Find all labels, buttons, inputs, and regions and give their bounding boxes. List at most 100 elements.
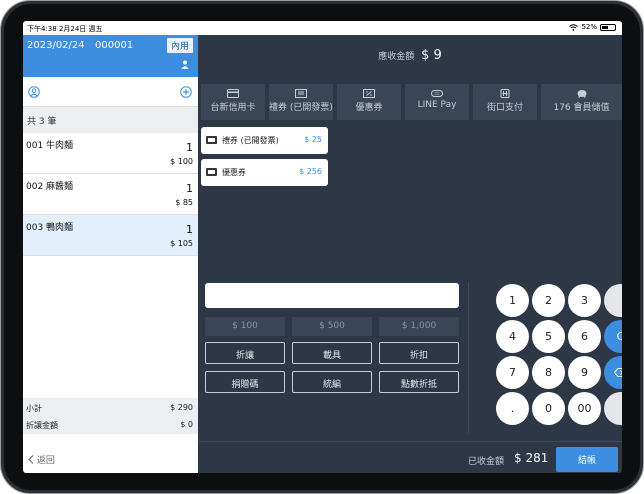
key-blank-bottom[interactable]	[604, 392, 622, 425]
person-icon[interactable]	[181, 60, 189, 69]
clear-key[interactable]: C	[604, 320, 622, 353]
subtotal-label: 小計	[26, 404, 42, 413]
dine-type-badge[interactable]: 內用	[166, 38, 193, 53]
chevron-left-icon	[28, 455, 34, 464]
voucher-value: $ 25	[304, 135, 322, 144]
item-price: $ 100	[170, 157, 193, 166]
voucher-name: 優惠券	[222, 168, 246, 177]
key-00[interactable]: 00	[568, 392, 601, 425]
order-date: 2023/02/24	[27, 40, 85, 51]
donation-code-button[interactable]: 捐贈碼	[205, 371, 285, 393]
method-coupon[interactable]: 優惠券	[337, 84, 401, 120]
customer-row[interactable]	[23, 77, 198, 107]
subtotal-value: $ 290	[170, 403, 193, 412]
add-member-icon[interactable]	[180, 86, 192, 98]
key-2[interactable]: 2	[532, 284, 565, 317]
list-item[interactable]: 002 麻醬麵 1 $ 85	[23, 174, 198, 215]
amount-input[interactable]	[205, 283, 459, 308]
items-count: 共 3 筆	[23, 107, 198, 133]
received-label: 已收金額	[468, 457, 505, 467]
method-gift-voucher[interactable]: 禮券 (已開發票)	[269, 84, 333, 120]
checkout-button[interactable]: 結帳	[556, 447, 618, 472]
payment-methods: 台新信用卡 禮券 (已開發票) 優惠券 LINE Pay 街口支付 176 會員…	[201, 84, 622, 122]
key-1[interactable]: 1	[496, 284, 529, 317]
carrier-button[interactable]: 載具	[292, 342, 372, 364]
method-label: 優惠券	[355, 103, 383, 113]
status-bar: 下午4:38 2月24日 週五 52%	[23, 21, 622, 35]
battery-icon	[600, 23, 616, 31]
piggy-bank-icon	[577, 90, 586, 98]
key-4[interactable]: 4	[496, 320, 529, 353]
coupon-icon	[206, 168, 217, 176]
method-taishin-card[interactable]: 台新信用卡	[201, 84, 265, 120]
applied-voucher[interactable]: 禮券 (已開發票) $ 25	[201, 127, 328, 154]
back-button[interactable]: 返回	[23, 445, 198, 473]
backspace-icon	[613, 368, 622, 377]
key-8[interactable]: 8	[532, 356, 565, 389]
coupon-icon	[363, 89, 375, 98]
key-7[interactable]: 7	[496, 356, 529, 389]
item-price: $ 105	[170, 239, 193, 248]
line-pay-icon	[431, 90, 443, 97]
method-label: 176 會員儲值	[553, 103, 610, 113]
method-label: LINE Pay	[417, 100, 457, 110]
status-time-date: 下午4:38 2月24日 週五	[27, 25, 103, 33]
quick-amount-500[interactable]: $ 500	[292, 317, 372, 336]
payment-footer: 已收金額 $ 281 結帳	[198, 441, 622, 473]
item-name: 003 鴨肉麵	[26, 223, 74, 233]
method-label: 禮券 (已開發票)	[269, 103, 333, 113]
order-panel: 2023/02/24 000001 內用 共 3 筆 001 牛肉麵 1 $ 1…	[23, 35, 198, 473]
amount-due-label: 應收金額	[378, 52, 415, 62]
discount-value: $ 0	[180, 420, 193, 429]
tax-id-button[interactable]: 統編	[292, 371, 372, 393]
credit-card-icon	[227, 89, 239, 98]
back-label: 返回	[36, 456, 55, 466]
member-icon[interactable]	[28, 86, 40, 98]
voucher-name: 禮券 (已開發票)	[222, 136, 279, 145]
amount-due: 應收金額 $ 9	[198, 35, 622, 77]
discount-label: 折讓金額	[26, 421, 58, 430]
points-redeem-button[interactable]: 點數折抵	[379, 371, 459, 393]
voucher-icon	[206, 136, 217, 144]
amount-due-value: $ 9	[421, 48, 442, 63]
method-label: 台新信用卡	[210, 103, 256, 113]
item-name: 001 牛肉麵	[26, 141, 74, 151]
method-member-stored-value[interactable]: 176 會員儲值	[541, 84, 622, 120]
quick-amount-1000[interactable]: $ 1,000	[379, 317, 459, 336]
screen: 下午4:38 2月24日 週五 52% 2023/02/24 000001 內用…	[23, 21, 622, 473]
key-0[interactable]: 0	[532, 392, 565, 425]
received-value: $ 281	[514, 451, 549, 465]
method-label: 街口支付	[486, 103, 523, 113]
order-header: 2023/02/24 000001 內用	[23, 35, 198, 77]
key-blank-top[interactable]	[604, 284, 622, 317]
item-qty: 1	[186, 141, 193, 154]
voucher-icon	[295, 89, 307, 98]
voucher-value: $ 256	[299, 167, 322, 176]
applied-voucher[interactable]: 優惠券 $ 256	[201, 159, 328, 186]
key-9[interactable]: 9	[568, 356, 601, 389]
battery-percent: 52%	[581, 23, 597, 31]
method-line-pay[interactable]: LINE Pay	[405, 84, 469, 120]
quick-amount-100[interactable]: $ 100	[205, 317, 285, 336]
discount-allowance-button[interactable]: 折讓	[205, 342, 285, 364]
method-jkos-pay[interactable]: 街口支付	[473, 84, 537, 120]
key-dot[interactable]: .	[496, 392, 529, 425]
payment-area: 應收金額 $ 9 台新信用卡 禮券 (已開發票) 優惠券 LINE Pay 街口…	[198, 35, 622, 473]
wifi-icon	[569, 23, 579, 31]
list-item[interactable]: 001 牛肉麵 1 $ 100	[23, 133, 198, 174]
list-item[interactable]: 003 鴨肉麵 1 $ 105	[23, 215, 198, 256]
jkos-icon	[500, 89, 510, 98]
key-5[interactable]: 5	[532, 320, 565, 353]
item-price: $ 85	[175, 198, 193, 207]
order-summary: 小計 $ 290 折讓金額 $ 0	[23, 398, 198, 434]
discount-button[interactable]: 折扣	[379, 342, 459, 364]
item-qty: 1	[186, 223, 193, 236]
tablet-frame: 下午4:38 2月24日 週五 52% 2023/02/24 000001 內用…	[0, 0, 644, 494]
key-3[interactable]: 3	[568, 284, 601, 317]
divider	[468, 283, 469, 433]
backspace-key[interactable]	[604, 356, 622, 389]
item-name: 002 麻醬麵	[26, 182, 74, 192]
item-qty: 1	[186, 182, 193, 195]
key-6[interactable]: 6	[568, 320, 601, 353]
order-number: 000001	[95, 40, 134, 51]
